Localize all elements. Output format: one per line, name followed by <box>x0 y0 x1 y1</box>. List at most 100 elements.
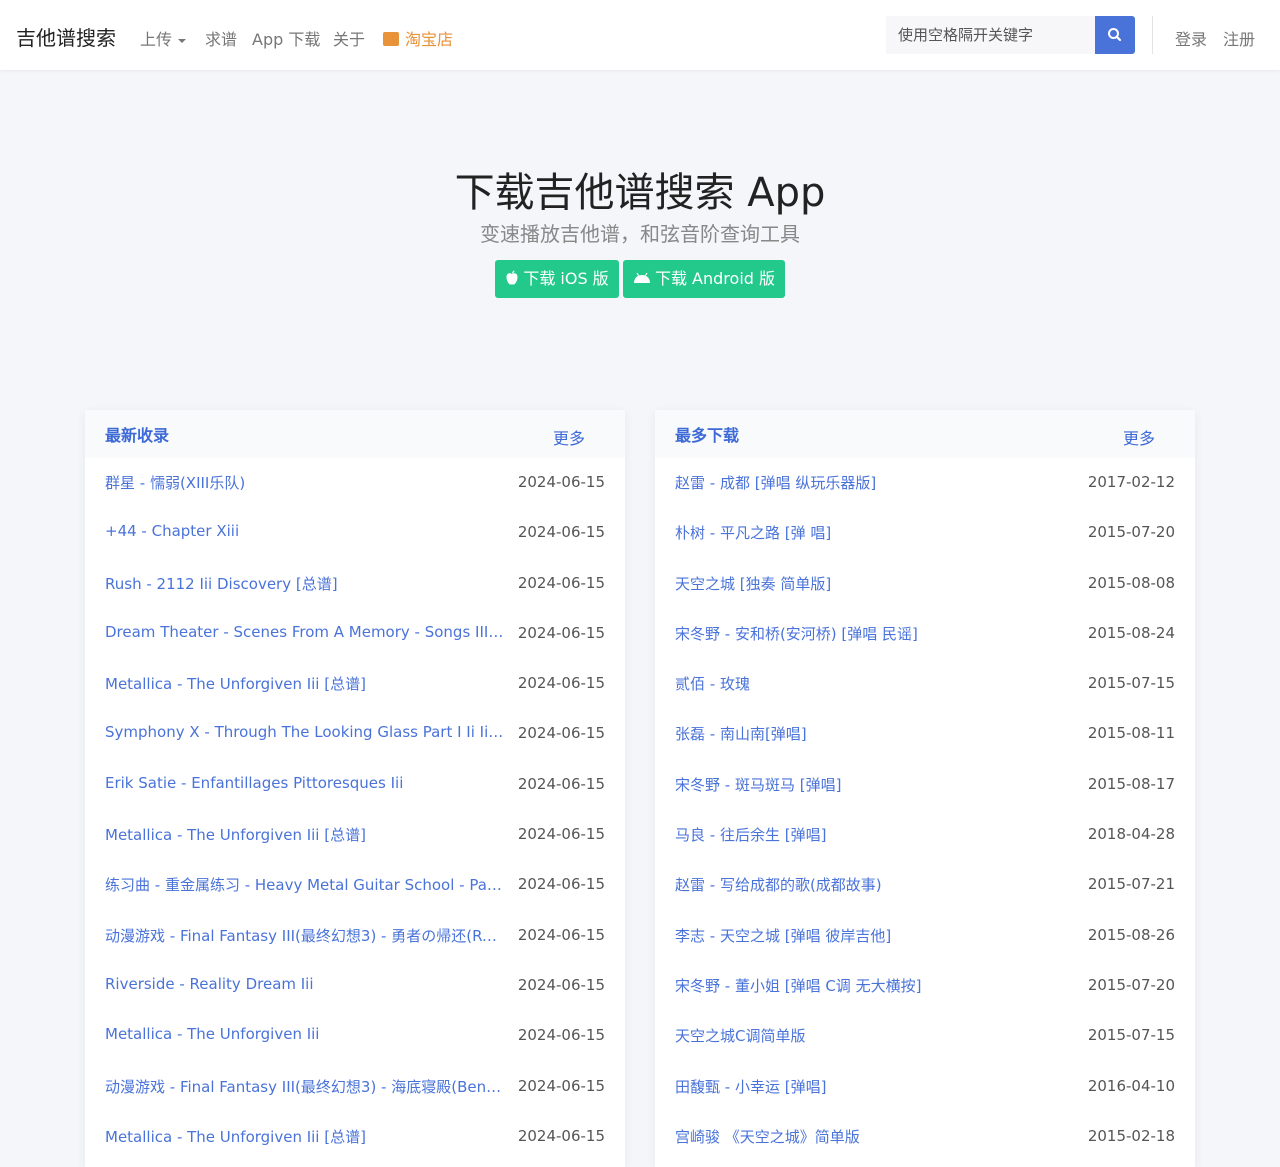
nav-request[interactable]: 求谱 <box>205 26 237 50</box>
song-date: 2015-07-15 <box>1087 1026 1175 1045</box>
song-date: 2017-02-12 <box>1087 473 1175 491</box>
list-item: 宫崎骏 《天空之城》简单版 2015-02-18 <box>655 1112 1195 1162</box>
song-link[interactable]: Metallica - The Unforgiven Iii [总谱] <box>105 673 505 694</box>
latest-more-link[interactable]: 更多 <box>553 425 585 449</box>
list-item: 动漫游戏 - Final Fantasy III(最终幻想3) - 勇者の帰还(… <box>85 911 625 961</box>
song-date: 2015-08-17 <box>1087 774 1175 793</box>
search-input[interactable] <box>886 16 1096 54</box>
list-item: 贰佰 - 玫瑰 2015-07-15 <box>655 659 1195 709</box>
song-link[interactable]: Symphony X - Through The Looking Glass P… <box>105 723 505 741</box>
song-link[interactable]: 天空之城 [独奏 简单版] <box>675 573 1075 594</box>
song-link[interactable]: 宋冬野 - 安和桥(安河桥) [弹唱 民谣] <box>675 623 1075 644</box>
song-date: 2015-07-21 <box>1087 875 1175 894</box>
song-link[interactable]: Metallica - The Unforgiven Iii <box>105 1025 505 1043</box>
song-date: 2024-06-15 <box>517 623 605 642</box>
navbar: 吉他谱搜索 上传 求谱 App 下载 关于 淘宝店 登录 注册 <box>0 0 1280 70</box>
list-item: Metallica - The Unforgiven Iii 2024-06-15 <box>85 1011 625 1061</box>
song-link[interactable]: Riverside - Reality Dream Iii <box>105 975 505 993</box>
song-link[interactable]: Erik Satie - Enfantillages Pittoresques … <box>105 774 505 792</box>
song-link[interactable]: +44 - Chapter Xiii <box>105 522 505 540</box>
search-icon <box>1108 28 1122 42</box>
song-link[interactable]: 马良 - 往后余生 [弹唱] <box>675 824 1075 845</box>
song-link[interactable]: 田馥甄 - 小幸运 [弹唱] <box>675 1076 1075 1097</box>
song-link[interactable]: 宫崎骏 《天空之城》简单版 <box>675 1126 1075 1147</box>
list-item: Metallica - The Unforgiven Iii [总谱] 2024-… <box>85 810 625 860</box>
download-ios-label: 下载 iOS 版 <box>523 269 609 288</box>
song-link[interactable]: 动漫游戏 - Final Fantasy III(最终幻想3) - 海底寝殿(B… <box>105 1076 505 1097</box>
song-link[interactable]: 贰佰 - 玫瑰 <box>675 673 1075 694</box>
download-android-button[interactable]: 下载 Android 版 <box>623 260 785 298</box>
brand-logo[interactable]: 吉他谱搜索 <box>16 22 116 51</box>
hero-title: 下载吉他谱搜索 App <box>454 170 826 216</box>
nav-upload-label: 上传 <box>140 30 173 49</box>
list-item: 赵雷 - 写给成都的歌(成都故事) 2015-07-21 <box>655 860 1195 910</box>
list-item: Metallica - The Unforgiven Iii [总谱] 2024-… <box>85 659 625 709</box>
popular-more-link[interactable]: 更多 <box>1123 425 1155 449</box>
popular-panel: 最多下载 更多 赵雷 - 成都 [弹唱 纵玩乐器版] 2017-02-12 朴树 -… <box>655 410 1195 1167</box>
song-link[interactable]: 张磊 - 南山南[弹唱] <box>675 723 1075 744</box>
nav-login[interactable]: 登录 <box>1175 26 1207 50</box>
song-link[interactable]: 朴树 - 平凡之路 [弹 唱] <box>675 522 1075 543</box>
popular-list: 赵雷 - 成都 [弹唱 纵玩乐器版] 2017-02-12 朴树 - 平凡之路 [弹… <box>655 458 1195 1162</box>
song-date: 2015-02-18 <box>1087 1126 1175 1145</box>
song-link[interactable]: 赵雷 - 写给成都的歌(成都故事) <box>675 874 1075 895</box>
list-item: 李志 - 天空之城 [弹唱 彼岸吉他] 2015-08-26 <box>655 911 1195 961</box>
song-date: 2018-04-28 <box>1087 825 1175 844</box>
song-date: 2024-06-15 <box>517 975 605 994</box>
list-item: 宋冬野 - 安和桥(安河桥) [弹唱 民谣] 2015-08-24 <box>655 609 1195 659</box>
shop-icon <box>383 32 399 46</box>
latest-panel-header: 最新收录 更多 <box>85 410 625 458</box>
song-link[interactable]: 天空之城C调简单版 <box>675 1025 1075 1046</box>
apple-icon <box>506 270 518 285</box>
song-link[interactable]: 练习曲 - 重金属练习 - Heavy Metal Guitar School … <box>105 874 505 895</box>
list-item: 宋冬野 - 董小姐 [弹唱 C调 无大横按] 2015-07-20 <box>655 961 1195 1011</box>
download-ios-button[interactable]: 下载 iOS 版 <box>495 260 619 298</box>
list-item: 动漫游戏 - Final Fantasy III(最终幻想3) - 海底寝殿(B… <box>85 1062 625 1112</box>
nav-about[interactable]: 关于 <box>333 26 365 50</box>
popular-panel-title: 最多下载 <box>675 426 740 445</box>
search-button[interactable] <box>1095 16 1135 54</box>
song-link[interactable]: 动漫游戏 - Final Fantasy III(最终幻想3) - 勇者の帰还(… <box>105 925 505 946</box>
android-icon <box>633 272 650 283</box>
song-date: 2024-06-15 <box>517 523 605 542</box>
song-link[interactable]: 群星 - 懦弱(XIII乐队) <box>105 472 505 493</box>
song-date: 2024-06-15 <box>517 473 605 491</box>
song-link[interactable]: 李志 - 天空之城 [弹唱 彼岸吉他] <box>675 925 1075 946</box>
song-date: 2024-06-15 <box>517 774 605 793</box>
song-date: 2015-07-15 <box>1087 674 1175 693</box>
song-link[interactable]: Dream Theater - Scenes From A Memory - S… <box>105 623 505 641</box>
song-link[interactable]: 宋冬野 - 董小姐 [弹唱 C调 无大横按] <box>675 975 1075 996</box>
song-link[interactable]: Metallica - The Unforgiven Iii [总谱] <box>105 824 505 845</box>
song-date: 2024-06-15 <box>517 875 605 894</box>
nav-register[interactable]: 注册 <box>1223 26 1255 50</box>
list-item: Dream Theater - Scenes From A Memory - S… <box>85 609 625 659</box>
song-date: 2024-06-15 <box>517 674 605 693</box>
song-date: 2016-04-10 <box>1087 1076 1175 1095</box>
song-link[interactable]: 赵雷 - 成都 [弹唱 纵玩乐器版] <box>675 472 1075 493</box>
song-date: 2024-06-15 <box>517 1026 605 1045</box>
nav-taobao-label: 淘宝店 <box>405 30 454 49</box>
latest-panel-title: 最新收录 <box>105 426 170 445</box>
list-item: 群星 - 懦弱(XIII乐队) 2024-06-15 <box>85 458 625 508</box>
song-date: 2024-06-15 <box>517 925 605 944</box>
latest-list: 群星 - 懦弱(XIII乐队) 2024-06-15 +44 - Chapter X… <box>85 458 625 1162</box>
song-link[interactable]: Metallica - The Unforgiven Iii [总谱] <box>105 1126 505 1147</box>
nav-app-download[interactable]: App 下载 <box>252 26 320 50</box>
list-item: +44 - Chapter Xiii 2024-06-15 <box>85 508 625 558</box>
list-item: 赵雷 - 成都 [弹唱 纵玩乐器版] 2017-02-12 <box>655 458 1195 508</box>
nav-upload-dropdown[interactable]: 上传 <box>140 26 187 50</box>
nav-taobao[interactable]: 淘宝店 <box>383 26 453 50</box>
hero-subtitle: 变速播放吉他谱，和弦音阶查询工具 <box>480 222 800 246</box>
song-link[interactable]: 宋冬野 - 斑马斑马 [弹唱] <box>675 774 1075 795</box>
latest-panel: 最新收录 更多 群星 - 懦弱(XIII乐队) 2024-06-15 +44 - C… <box>85 410 625 1167</box>
song-date: 2015-08-26 <box>1087 925 1175 944</box>
download-android-label: 下载 Android 版 <box>654 269 776 288</box>
song-link[interactable]: Rush - 2112 Iii Discovery [总谱] <box>105 573 505 594</box>
list-item: Symphony X - Through The Looking Glass P… <box>85 709 625 759</box>
song-date: 2024-06-15 <box>517 724 605 743</box>
list-item: 马良 - 往后余生 [弹唱] 2018-04-28 <box>655 810 1195 860</box>
list-item: Erik Satie - Enfantillages Pittoresques … <box>85 760 625 810</box>
list-item: Rush - 2112 Iii Discovery [总谱] 2024-06-15 <box>85 559 625 609</box>
song-date: 2024-06-15 <box>517 573 605 592</box>
list-item: 张磊 - 南山南[弹唱] 2015-08-11 <box>655 709 1195 759</box>
